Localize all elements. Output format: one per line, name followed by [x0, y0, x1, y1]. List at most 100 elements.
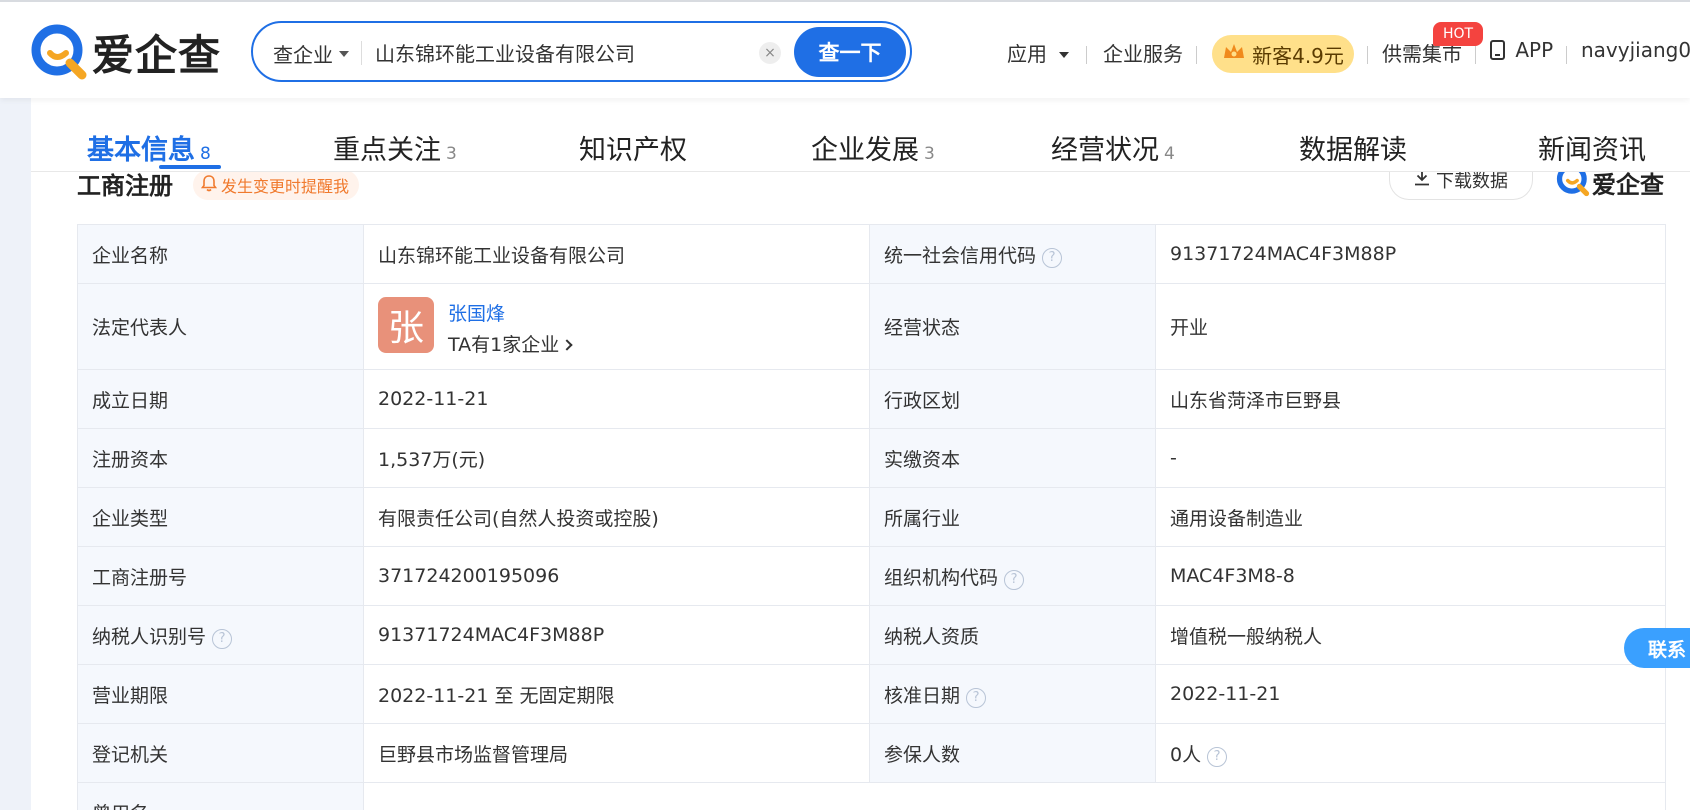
chevron-down-icon	[1059, 52, 1070, 58]
cell-label: 注册资本	[77, 428, 364, 488]
contact-button[interactable]: 联系	[1624, 628, 1690, 668]
nav-separator	[1086, 46, 1087, 64]
paid-capital-value: -	[1155, 428, 1666, 488]
taxpayer-id-label: 纳税人识别号	[92, 625, 207, 648]
change-remind-label: 发生变更时提醒我	[221, 177, 350, 196]
table-row: 法定代表人 张 张国烽 TA有1家企业 经营状态 开业	[77, 283, 1666, 370]
term-value: 2022-11-21 至 无固定期限	[363, 664, 870, 724]
tab-data-insight[interactable]: 数据解读	[1299, 128, 1407, 167]
search-divider	[361, 41, 362, 65]
tab-ip[interactable]: 知识产权	[579, 128, 687, 167]
question-icon[interactable]: ?	[1042, 247, 1063, 268]
founded-value: 2022-11-21	[363, 369, 870, 429]
search-button[interactable]: 查一下	[794, 27, 906, 77]
cell-label: 组织机构代码?	[869, 546, 1156, 606]
reg-capital-value: 1,537万(元)	[363, 428, 870, 488]
search-input[interactable]	[375, 35, 755, 69]
table-row: 成立日期 2022-11-21 行政区划 山东省菏泽市巨野县	[77, 369, 1666, 429]
cell-label: 实缴资本	[869, 428, 1156, 488]
promo-label: 新客4.9元	[1252, 43, 1344, 68]
user-menu[interactable]: navyjiang08	[1581, 38, 1690, 62]
legal-rep-cell: 张 张国烽 TA有1家企业	[363, 283, 870, 370]
cell-label: 成立日期	[77, 369, 364, 429]
tab-label: 企业发展	[811, 135, 919, 166]
cell-label: 经营状态	[869, 283, 1156, 370]
table-row: 曾用名	[77, 782, 1666, 810]
search-type-select[interactable]: 查企业	[273, 39, 349, 68]
page-side-strip	[0, 98, 31, 810]
cell-label: 登记机关	[77, 723, 364, 783]
taxpayer-qual-value: 增值税一般纳税人	[1155, 605, 1666, 665]
hot-badge: HOT	[1433, 22, 1483, 46]
nav-separator	[1566, 46, 1567, 64]
credit-code-label: 统一社会信用代码	[884, 244, 1037, 267]
brand-name: 爱企查	[92, 30, 222, 80]
tab-count: 8	[200, 144, 211, 164]
nav-apps[interactable]: 应用	[1007, 38, 1070, 67]
tab-label: 知识产权	[579, 135, 687, 166]
cell-label: 所属行业	[869, 487, 1156, 547]
question-icon[interactable]: ?	[1207, 746, 1228, 767]
bell-icon	[200, 174, 218, 196]
industry-value: 通用设备制造业	[1155, 487, 1666, 547]
tab-key-focus[interactable]: 重点关注 3	[333, 128, 457, 167]
search-type-label: 查企业	[273, 43, 333, 67]
change-remind-button[interactable]: 发生变更时提醒我	[193, 170, 360, 200]
cell-label: 行政区划	[869, 369, 1156, 429]
tab-count: 3	[924, 144, 935, 164]
org-code-value: MAC4F3M8-8	[1155, 546, 1666, 606]
magnifier-logo-icon	[30, 23, 88, 81]
tab-operations[interactable]: 经营状况 4	[1051, 128, 1175, 167]
table-row: 营业期限 2022-11-21 至 无固定期限 核准日期? 2022-11-21	[77, 664, 1666, 724]
nav-separator	[1367, 46, 1368, 64]
tab-count: 3	[446, 144, 457, 164]
avatar[interactable]: 张	[378, 296, 434, 353]
cell-label: 参保人数	[869, 723, 1156, 783]
section-tabs: 基本信息 8 重点关注 3 知识产权 企业发展 3 经营状况 4 数据解读 新闻资讯	[31, 98, 1690, 172]
nav-separator	[1475, 46, 1476, 64]
company-name-value: 山东锦环能工业设备有限公司	[363, 224, 870, 284]
table-row: 企业名称 山东锦环能工业设备有限公司 统一社会信用代码? 91371724MAC…	[77, 224, 1666, 284]
nav-separator	[1196, 46, 1197, 64]
former-name-value	[363, 782, 1666, 810]
tab-news[interactable]: 新闻资讯	[1538, 128, 1646, 167]
org-code-label: 组织机构代码	[884, 566, 999, 589]
legal-rep-companies-link[interactable]: TA有1家企业	[378, 330, 855, 357]
legal-rep-companies-label: TA有1家企业	[448, 333, 560, 356]
question-icon[interactable]: ?	[212, 628, 233, 649]
tab-label: 数据解读	[1299, 135, 1407, 166]
cell-label: 核准日期?	[869, 664, 1156, 724]
promo-badge[interactable]: 新客4.9元	[1212, 35, 1354, 73]
tab-count: 4	[1164, 144, 1175, 164]
cell-label: 纳税人资质	[869, 605, 1156, 665]
nav-app[interactable]: APP	[1490, 38, 1553, 62]
cell-label: 企业类型	[77, 487, 364, 547]
insured-cell: 0人?	[1155, 723, 1666, 783]
question-icon[interactable]: ?	[1004, 569, 1025, 590]
table-row: 企业类型 有限责任公司(自然人投资或控股) 所属行业 通用设备制造业	[77, 487, 1666, 547]
approval-label: 核准日期	[884, 684, 961, 707]
brand-logo[interactable]: 爱企查	[30, 22, 221, 82]
approval-value: 2022-11-21	[1155, 664, 1666, 724]
authority-value: 巨野县市场监督管理局	[363, 723, 870, 783]
chevron-right-icon	[561, 338, 573, 351]
chevron-down-icon	[339, 50, 349, 57]
cell-label: 工商注册号	[77, 546, 364, 606]
search-box: 查企业 × 查一下	[251, 21, 912, 82]
tab-label: 经营状况	[1051, 135, 1159, 166]
taxpayer-id-value: 91371724MAC4F3M88P	[363, 605, 870, 665]
legal-rep-link[interactable]: 张国烽	[378, 299, 855, 326]
table-row: 登记机关 巨野县市场监督管理局 参保人数 0人?	[77, 723, 1666, 783]
region-value: 山东省菏泽市巨野县	[1155, 369, 1666, 429]
phone-icon	[1490, 40, 1505, 60]
nav-apps-label: 应用	[1007, 42, 1047, 66]
nav-enterprise-services[interactable]: 企业服务	[1103, 38, 1183, 67]
table-row: 工商注册号 371724200195096 组织机构代码? MAC4F3M8-8	[77, 546, 1666, 606]
crown-icon	[1222, 42, 1246, 67]
tab-basic-info[interactable]: 基本信息 8	[87, 128, 211, 167]
tab-label: 基本信息	[87, 135, 195, 166]
clear-icon[interactable]: ×	[759, 42, 781, 64]
question-icon[interactable]: ?	[966, 687, 987, 708]
insured-value: 0人	[1170, 743, 1202, 766]
tab-development[interactable]: 企业发展 3	[811, 128, 935, 167]
